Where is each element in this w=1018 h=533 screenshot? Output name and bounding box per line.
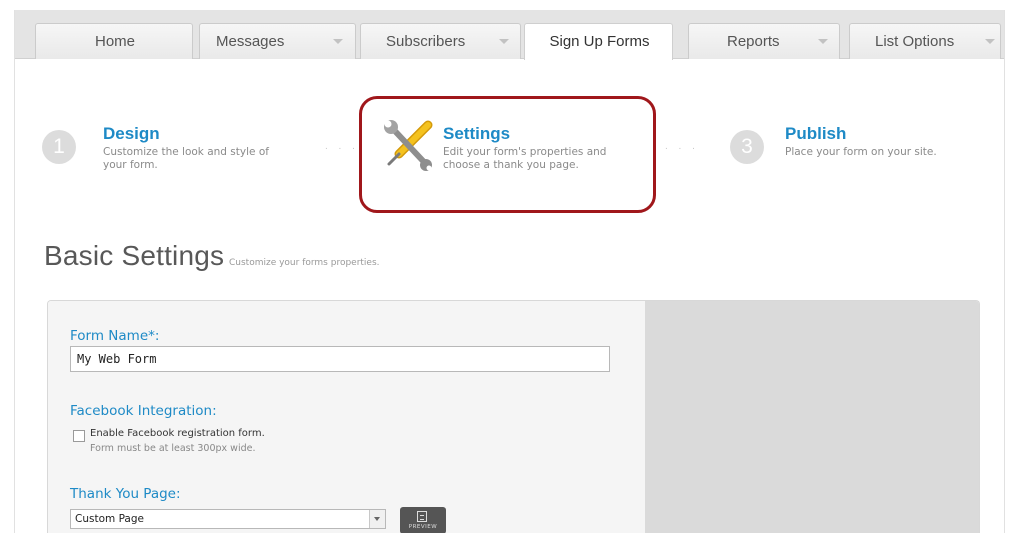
tab-label: Messages — [216, 33, 285, 50]
frame-border-right — [1004, 10, 1005, 533]
chevron-down-icon[interactable] — [369, 510, 385, 528]
chevron-down-icon — [333, 39, 343, 44]
step-settings-desc-line1: Edit your form's properties and — [443, 146, 607, 158]
tab-label: Reports — [727, 33, 780, 50]
tab-sign-up-forms[interactable]: Sign Up Forms — [524, 23, 673, 60]
form-name-input[interactable]: My Web Form — [70, 346, 610, 372]
tab-reports[interactable]: Reports — [688, 23, 840, 59]
tab-list-options[interactable]: List Options — [849, 23, 1001, 59]
app-window: Home Messages Subscribers Sign Up Forms … — [0, 0, 1018, 533]
step-publish-title[interactable]: Publish — [785, 124, 846, 144]
preview-button[interactable]: PREVIEW — [400, 507, 446, 533]
chevron-down-icon — [818, 39, 828, 44]
step-settings-desc-line2: choose a thank you page. — [443, 159, 579, 171]
step-separator: . . . — [665, 141, 699, 152]
page-title: Basic Settings — [44, 240, 225, 271]
step-settings-title[interactable]: Settings — [443, 124, 510, 144]
step-publish-desc-line1: Place your form on your site. — [785, 146, 937, 158]
page-subtitle: Customize your forms properties. — [229, 258, 380, 268]
thank-you-page-selected-value: Custom Page — [75, 513, 144, 525]
thank-you-page-select[interactable]: Custom Page — [70, 509, 386, 529]
frame-border-left — [14, 10, 15, 533]
chevron-down-icon — [985, 39, 995, 44]
facebook-integration-label: Facebook Integration: — [70, 403, 217, 419]
step-design-desc-line2: your form. — [103, 159, 158, 171]
settings-form-area: Form Name*: My Web Form Facebook Integra… — [48, 301, 645, 533]
step-number-badge: 3 — [730, 130, 764, 164]
step-separator: . . . — [325, 141, 359, 152]
facebook-registration-checkbox[interactable] — [73, 430, 85, 442]
step-design-title[interactable]: Design — [103, 124, 160, 144]
step-design-desc-line1: Customize the look and style of — [103, 146, 269, 158]
thank-you-page-label: Thank You Page: — [70, 486, 181, 502]
preview-button-label: PREVIEW — [408, 524, 438, 530]
chevron-down-icon — [499, 39, 509, 44]
tab-label: Subscribers — [386, 33, 466, 50]
main-nav-tabbar: Home Messages Subscribers Sign Up Forms … — [15, 10, 1004, 60]
basic-settings-panel: Form Name*: My Web Form Facebook Integra… — [47, 300, 980, 533]
document-preview-icon — [417, 511, 427, 522]
wrench-screwdriver-icon — [384, 120, 433, 171]
tab-label: Home — [94, 33, 135, 50]
tab-home[interactable]: Home — [35, 23, 193, 59]
tab-messages[interactable]: Messages — [199, 23, 356, 59]
tab-subscribers[interactable]: Subscribers — [360, 23, 521, 59]
form-name-label: Form Name*: — [70, 328, 160, 344]
form-preview-area — [645, 301, 979, 533]
tab-label: Sign Up Forms — [549, 33, 650, 50]
tab-label: List Options — [875, 33, 955, 50]
facebook-registration-checkbox-label[interactable]: Enable Facebook registration form. — [90, 428, 265, 439]
facebook-width-hint: Form must be at least 300px wide. — [90, 443, 256, 454]
step-number-badge: 1 — [42, 130, 76, 164]
